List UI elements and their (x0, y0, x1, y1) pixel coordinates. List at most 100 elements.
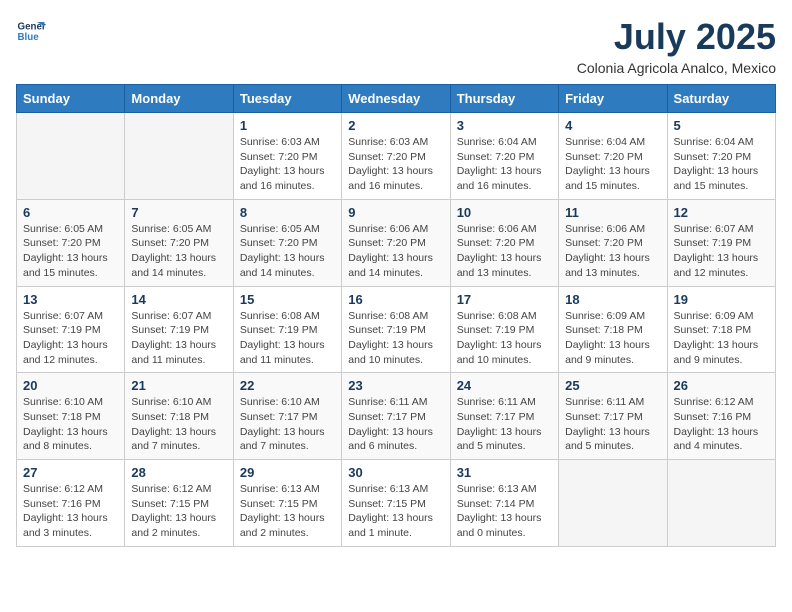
day-info: Sunrise: 6:09 AMSunset: 7:18 PMDaylight:… (674, 309, 769, 368)
day-info: Sunrise: 6:12 AMSunset: 7:15 PMDaylight:… (131, 482, 226, 541)
day-number: 23 (348, 378, 443, 393)
day-header-sunday: Sunday (17, 85, 125, 113)
day-number: 12 (674, 205, 769, 220)
day-info: Sunrise: 6:13 AMSunset: 7:15 PMDaylight:… (240, 482, 335, 541)
day-number: 21 (131, 378, 226, 393)
day-info: Sunrise: 6:08 AMSunset: 7:19 PMDaylight:… (457, 309, 552, 368)
month-title: July 2025 (577, 16, 776, 58)
calendar-cell: 21 Sunrise: 6:10 AMSunset: 7:18 PMDayligh… (125, 373, 233, 460)
day-number: 22 (240, 378, 335, 393)
calendar-cell: 10 Sunrise: 6:06 AMSunset: 7:20 PMDayligh… (450, 199, 558, 286)
day-info: Sunrise: 6:07 AMSunset: 7:19 PMDaylight:… (674, 222, 769, 281)
day-info: Sunrise: 6:08 AMSunset: 7:19 PMDaylight:… (240, 309, 335, 368)
day-info: Sunrise: 6:04 AMSunset: 7:20 PMDaylight:… (565, 135, 660, 194)
day-info: Sunrise: 6:13 AMSunset: 7:15 PMDaylight:… (348, 482, 443, 541)
day-number: 25 (565, 378, 660, 393)
day-info: Sunrise: 6:05 AMSunset: 7:20 PMDaylight:… (240, 222, 335, 281)
calendar-cell: 28 Sunrise: 6:12 AMSunset: 7:15 PMDayligh… (125, 460, 233, 547)
day-number: 5 (674, 118, 769, 133)
day-header-saturday: Saturday (667, 85, 775, 113)
calendar-cell: 4 Sunrise: 6:04 AMSunset: 7:20 PMDaylight… (559, 113, 667, 200)
day-number: 26 (674, 378, 769, 393)
day-number: 15 (240, 292, 335, 307)
day-info: Sunrise: 6:13 AMSunset: 7:14 PMDaylight:… (457, 482, 552, 541)
calendar-cell (667, 460, 775, 547)
calendar-cell: 12 Sunrise: 6:07 AMSunset: 7:19 PMDayligh… (667, 199, 775, 286)
day-info: Sunrise: 6:12 AMSunset: 7:16 PMDaylight:… (23, 482, 118, 541)
calendar-cell: 5Sunrise: 6:04 AMSunset: 7:20 PMDaylight… (667, 113, 775, 200)
day-number: 8 (240, 205, 335, 220)
calendar-header-row: SundayMondayTuesdayWednesdayThursdayFrid… (17, 85, 776, 113)
day-info: Sunrise: 6:11 AMSunset: 7:17 PMDaylight:… (565, 395, 660, 454)
calendar-cell: 18Sunrise: 6:09 AMSunset: 7:18 PMDayligh… (559, 286, 667, 373)
day-header-tuesday: Tuesday (233, 85, 341, 113)
calendar-cell: 20 Sunrise: 6:10 AMSunset: 7:18 PMDayligh… (17, 373, 125, 460)
calendar-cell: 14 Sunrise: 6:07 AMSunset: 7:19 PMDayligh… (125, 286, 233, 373)
day-header-wednesday: Wednesday (342, 85, 450, 113)
calendar-cell: 29 Sunrise: 6:13 AMSunset: 7:15 PMDayligh… (233, 460, 341, 547)
day-info: Sunrise: 6:06 AMSunset: 7:20 PMDaylight:… (348, 222, 443, 281)
logo-icon: General Blue (16, 16, 46, 46)
day-number: 29 (240, 465, 335, 480)
day-number: 20 (23, 378, 118, 393)
day-info: Sunrise: 6:05 AMSunset: 7:20 PMDaylight:… (131, 222, 226, 281)
calendar-week-5: 27 Sunrise: 6:12 AMSunset: 7:16 PMDayligh… (17, 460, 776, 547)
calendar-week-4: 20 Sunrise: 6:10 AMSunset: 7:18 PMDayligh… (17, 373, 776, 460)
day-info: Sunrise: 6:07 AMSunset: 7:19 PMDaylight:… (23, 309, 118, 368)
day-info: Sunrise: 6:07 AMSunset: 7:19 PMDaylight:… (131, 309, 226, 368)
day-info: Sunrise: 6:05 AMSunset: 7:20 PMDaylight:… (23, 222, 118, 281)
calendar-cell: 25 Sunrise: 6:11 AMSunset: 7:17 PMDayligh… (559, 373, 667, 460)
day-number: 10 (457, 205, 552, 220)
day-number: 6 (23, 205, 118, 220)
calendar-cell: 17 Sunrise: 6:08 AMSunset: 7:19 PMDayligh… (450, 286, 558, 373)
day-number: 17 (457, 292, 552, 307)
calendar-week-2: 6 Sunrise: 6:05 AMSunset: 7:20 PMDaylight… (17, 199, 776, 286)
day-number: 19 (674, 292, 769, 307)
calendar-cell: 3 Sunrise: 6:04 AMSunset: 7:20 PMDaylight… (450, 113, 558, 200)
day-info: Sunrise: 6:03 AMSunset: 7:20 PMDaylight:… (348, 135, 443, 194)
day-header-monday: Monday (125, 85, 233, 113)
svg-text:Blue: Blue (18, 32, 40, 43)
day-number: 13 (23, 292, 118, 307)
day-info: Sunrise: 6:10 AMSunset: 7:17 PMDaylight:… (240, 395, 335, 454)
day-number: 27 (23, 465, 118, 480)
calendar-cell: 26 Sunrise: 6:12 AMSunset: 7:16 PMDayligh… (667, 373, 775, 460)
calendar-cell: 24Sunrise: 6:11 AMSunset: 7:17 PMDayligh… (450, 373, 558, 460)
day-info: Sunrise: 6:11 AMSunset: 7:17 PMDaylight:… (457, 395, 552, 454)
day-number: 28 (131, 465, 226, 480)
day-info: Sunrise: 6:10 AMSunset: 7:18 PMDaylight:… (131, 395, 226, 454)
day-info: Sunrise: 6:04 AMSunset: 7:20 PMDaylight:… (457, 135, 552, 194)
calendar-cell: 27 Sunrise: 6:12 AMSunset: 7:16 PMDayligh… (17, 460, 125, 547)
calendar-cell: 2Sunrise: 6:03 AMSunset: 7:20 PMDaylight… (342, 113, 450, 200)
calendar-cell (17, 113, 125, 200)
day-number: 1 (240, 118, 335, 133)
calendar-cell: 8 Sunrise: 6:05 AMSunset: 7:20 PMDaylight… (233, 199, 341, 286)
calendar-week-1: 1 Sunrise: 6:03 AMSunset: 7:20 PMDaylight… (17, 113, 776, 200)
page-header: General Blue July 2025 Colonia Agricola … (16, 16, 776, 76)
calendar-cell: 13 Sunrise: 6:07 AMSunset: 7:19 PMDayligh… (17, 286, 125, 373)
calendar-cell: 7Sunrise: 6:05 AMSunset: 7:20 PMDaylight… (125, 199, 233, 286)
day-info: Sunrise: 6:08 AMSunset: 7:19 PMDaylight:… (348, 309, 443, 368)
day-info: Sunrise: 6:12 AMSunset: 7:16 PMDaylight:… (674, 395, 769, 454)
day-number: 16 (348, 292, 443, 307)
day-number: 3 (457, 118, 552, 133)
day-number: 4 (565, 118, 660, 133)
day-info: Sunrise: 6:06 AMSunset: 7:20 PMDaylight:… (457, 222, 552, 281)
logo: General Blue (16, 16, 46, 46)
location-subtitle: Colonia Agricola Analco, Mexico (577, 60, 776, 76)
calendar-cell: 19 Sunrise: 6:09 AMSunset: 7:18 PMDayligh… (667, 286, 775, 373)
day-number: 31 (457, 465, 552, 480)
day-number: 14 (131, 292, 226, 307)
day-info: Sunrise: 6:11 AMSunset: 7:17 PMDaylight:… (348, 395, 443, 454)
day-number: 30 (348, 465, 443, 480)
day-info: Sunrise: 6:06 AMSunset: 7:20 PMDaylight:… (565, 222, 660, 281)
calendar-cell: 15 Sunrise: 6:08 AMSunset: 7:19 PMDayligh… (233, 286, 341, 373)
day-number: 18 (565, 292, 660, 307)
day-header-friday: Friday (559, 85, 667, 113)
title-block: July 2025 Colonia Agricola Analco, Mexic… (577, 16, 776, 76)
day-info: Sunrise: 6:10 AMSunset: 7:18 PMDaylight:… (23, 395, 118, 454)
calendar-cell (125, 113, 233, 200)
day-number: 9 (348, 205, 443, 220)
calendar-cell: 23 Sunrise: 6:11 AMSunset: 7:17 PMDayligh… (342, 373, 450, 460)
calendar-table: SundayMondayTuesdayWednesdayThursdayFrid… (16, 84, 776, 547)
